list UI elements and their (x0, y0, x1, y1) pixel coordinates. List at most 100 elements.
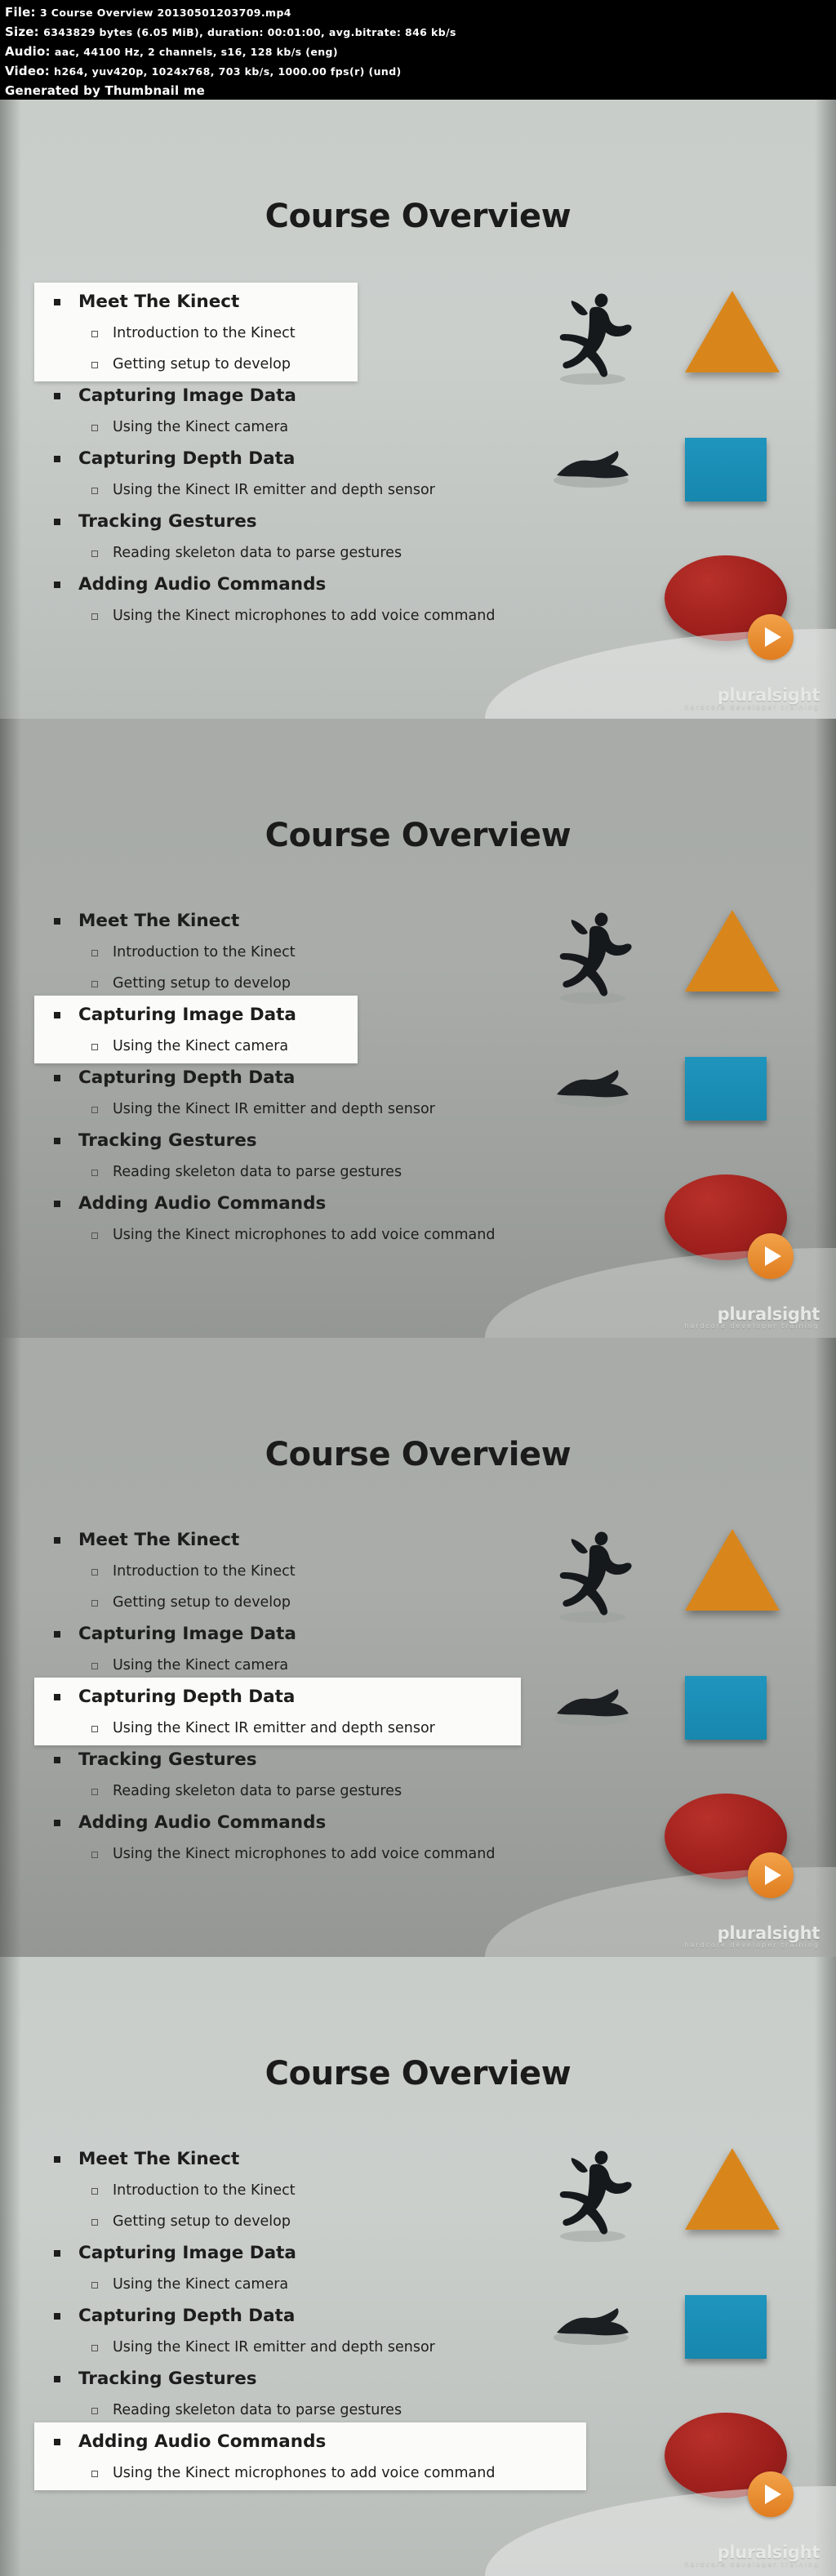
play-button-icon[interactable] (748, 1233, 794, 1279)
play-button-icon[interactable] (748, 2471, 794, 2517)
bullet-sub-text: Using the Kinect IR emitter and depth se… (113, 1101, 435, 1117)
bullet-heading-text: Capturing Image Data (78, 2243, 296, 2263)
hollow-square-bullet-icon (91, 1852, 98, 1858)
play-button-icon[interactable] (748, 614, 794, 660)
bullet-sub-text: Introduction to the Kinect (113, 325, 296, 341)
slide-left-edge-shade (0, 1957, 21, 2576)
metadata-file-label: File: (5, 5, 36, 20)
bullet-heading: Meet The Kinect (34, 905, 622, 937)
bullet-sub-item: Introduction to the Kinect (34, 2175, 622, 2206)
metadata-video-value: h264, yuv420p, 1024x768, 703 kb/s, 1000.… (54, 65, 402, 78)
bullet-heading: Adding Audio Commands (34, 2426, 622, 2458)
hollow-square-bullet-icon (91, 2408, 98, 2414)
hollow-square-bullet-icon (91, 1600, 98, 1607)
bullet-heading: Meet The Kinect (34, 286, 622, 318)
square-bullet-icon (54, 2313, 60, 2320)
video-frame-2[interactable]: Course Overview Meet The Kinect Introducti… (0, 719, 836, 1338)
bullet-heading: Adding Audio Commands (34, 1188, 622, 1219)
blue-square-shape (685, 438, 767, 501)
metadata-size-value: 6343829 bytes (6.05 MiB), duration: 00:0… (43, 26, 456, 38)
bullet-sub-item: Getting setup to develop (34, 1587, 622, 1618)
hollow-square-bullet-icon (91, 1789, 98, 1795)
slide-bullet-list: Meet The Kinect Introduction to the Kinec… (34, 2143, 622, 2490)
bullet-sub-text: Introduction to the Kinect (113, 944, 296, 960)
bullet-group-3: Capturing Depth Data Using the Kinect IR … (34, 443, 622, 506)
video-frame-4[interactable]: Course Overview Meet The Kinect Introducti… (0, 1957, 836, 2576)
hollow-square-bullet-icon (91, 2219, 98, 2226)
bullet-sub-text: Using the Kinect camera (113, 419, 289, 435)
bullet-sub-item: Using the Kinect IR emitter and depth se… (34, 475, 622, 506)
bullet-group-5: Adding Audio Commands Using the Kinect mi… (34, 1807, 622, 1870)
pluralsight-watermark: pluralsight hardcore developer training (684, 2543, 820, 2568)
bullet-heading-text: Tracking Gestures (78, 2369, 257, 2389)
bullet-group-4: Tracking Gestures Reading skeleton data t… (34, 1125, 622, 1188)
bullet-sub-text: Getting setup to develop (113, 1594, 291, 1611)
slide-left-edge-shade (0, 719, 21, 1338)
bullet-heading-text: Capturing Image Data (78, 1624, 296, 1644)
bullet-heading: Tracking Gestures (34, 506, 622, 537)
square-bullet-icon (54, 1075, 60, 1081)
metadata-generator-line: Generated by Thumbnail me (5, 82, 831, 100)
bullet-heading-text: Capturing Depth Data (78, 1687, 296, 1707)
video-frame-3[interactable]: Course Overview Meet The Kinect Introducti… (0, 1338, 836, 1957)
bullet-sub-item: Getting setup to develop (34, 2206, 622, 2237)
orange-triangle-shape (685, 1529, 780, 1611)
square-bullet-icon (54, 1138, 60, 1144)
bullet-group-1: Meet The Kinect Introduction to the Kinec… (34, 905, 622, 999)
bullet-sub-item: Using the Kinect IR emitter and depth se… (34, 1094, 622, 1125)
hollow-square-bullet-icon (91, 1170, 98, 1176)
bullet-sub-text: Getting setup to develop (113, 975, 291, 992)
bullet-sub-text: Using the Kinect IR emitter and depth se… (113, 482, 435, 498)
bullet-group-3: Capturing Depth Data Using the Kinect IR … (34, 1062, 622, 1125)
bullet-heading: Tracking Gestures (34, 1744, 622, 1776)
bullet-group-5: Adding Audio Commands Using the Kinect mi… (34, 2422, 622, 2490)
bullet-group-2: Capturing Image Data Using the Kinect cam… (34, 996, 622, 1063)
hollow-square-bullet-icon (91, 2282, 98, 2289)
video-frame-1[interactable]: Course Overview Meet The Kinect Introducti… (0, 100, 836, 719)
bullet-sub-text: Using the Kinect camera (113, 1038, 289, 1054)
bullet-sub-item: Using the Kinect microphones to add voic… (34, 600, 622, 631)
bullet-group-2: Capturing Image Data Using the Kinect cam… (34, 2237, 622, 2300)
bullet-group-4: Tracking Gestures Reading skeleton data t… (34, 2363, 622, 2426)
blue-square-shape (685, 1676, 767, 1740)
bullet-sub-item: Using the Kinect IR emitter and depth se… (34, 2332, 622, 2363)
bullet-sub-item: Using the Kinect IR emitter and depth se… (34, 1713, 622, 1744)
hollow-square-bullet-icon (91, 2345, 98, 2351)
bullet-sub-item: Reading skeleton data to parse gestures (34, 1157, 622, 1188)
bullet-heading: Meet The Kinect (34, 1524, 622, 1556)
bullet-heading-text: Capturing Depth Data (78, 448, 296, 469)
pluralsight-watermark: pluralsight hardcore developer training (684, 1923, 820, 1949)
slide-bullet-list: Meet The Kinect Introduction to the Kinec… (34, 1524, 622, 1870)
hollow-square-bullet-icon (91, 550, 98, 557)
square-bullet-icon (54, 299, 60, 305)
square-bullet-icon (54, 1537, 60, 1544)
bullet-sub-text: Using the Kinect microphones to add voic… (113, 608, 496, 624)
bullet-group-2: Capturing Image Data Using the Kinect cam… (34, 1618, 622, 1681)
bullet-heading: Meet The Kinect (34, 2143, 622, 2175)
pluralsight-wordmark: pluralsight (717, 685, 820, 705)
square-bullet-icon (54, 2439, 60, 2445)
square-bullet-icon (54, 1012, 60, 1018)
bullet-sub-item: Reading skeleton data to parse gestures (34, 1776, 622, 1807)
bullet-sub-text: Reading skeleton data to parse gestures (113, 2402, 402, 2418)
bullet-heading: Capturing Depth Data (34, 1062, 622, 1094)
video-metadata-header: File: 3 Course Overview 20130501203709.m… (0, 0, 836, 100)
hollow-square-bullet-icon (91, 1569, 98, 1575)
play-button-icon[interactable] (748, 1852, 794, 1898)
bullet-heading-text: Tracking Gestures (78, 1130, 257, 1151)
bullet-sub-item: Using the Kinect microphones to add voic… (34, 1219, 622, 1250)
bullet-heading-text: Capturing Image Data (78, 1005, 296, 1025)
metadata-size-label: Size: (5, 25, 39, 39)
bullet-heading-text: Meet The Kinect (78, 911, 240, 931)
hollow-square-bullet-icon (91, 362, 98, 368)
hollow-square-bullet-icon (91, 1663, 98, 1669)
bullet-sub-text: Reading skeleton data to parse gestures (113, 545, 402, 561)
bullet-heading-text: Capturing Depth Data (78, 1067, 296, 1088)
slide-left-edge-shade (0, 1338, 21, 1957)
slide-left-edge-shade (0, 100, 21, 719)
bullet-heading: Capturing Image Data (34, 380, 622, 412)
bullet-heading: Capturing Image Data (34, 999, 622, 1031)
bullet-sub-text: Getting setup to develop (113, 356, 291, 372)
hollow-square-bullet-icon (91, 488, 98, 494)
bullet-sub-item: Getting setup to develop (34, 349, 622, 380)
